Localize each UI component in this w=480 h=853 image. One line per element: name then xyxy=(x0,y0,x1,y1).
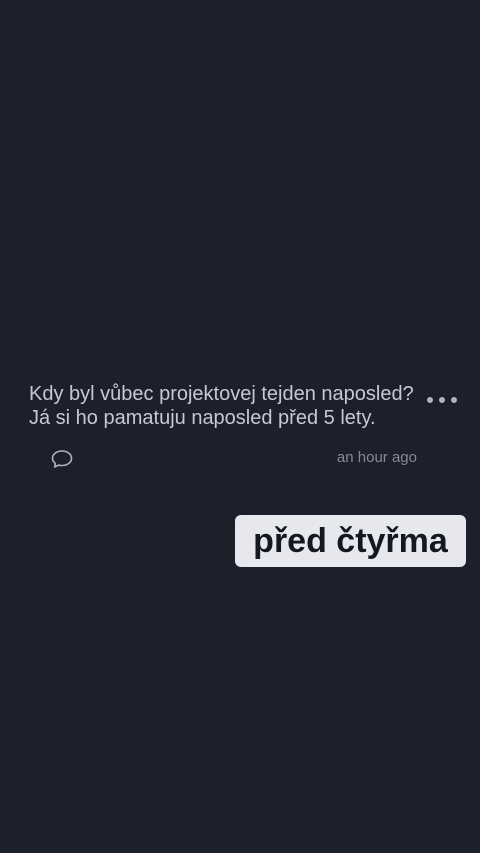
comment-bubble-icon xyxy=(51,450,73,468)
post-text: Kdy byl vůbec projektovej tejden naposle… xyxy=(29,382,429,430)
story-screen: Kdy byl vůbec projektovej tejden naposle… xyxy=(0,0,480,853)
more-horizontal-icon xyxy=(427,397,433,403)
more-horizontal-icon-dot-3 xyxy=(451,397,457,403)
post-timestamp: an hour ago xyxy=(336,449,417,466)
more-horizontal-icon-dot-2 xyxy=(439,397,445,403)
more-options-button[interactable] xyxy=(427,392,457,408)
sticker-text: před čtyřma xyxy=(253,522,448,560)
post-text-line-1: Kdy byl vůbec projektovej tejden naposle… xyxy=(29,383,414,405)
comment-button[interactable] xyxy=(49,447,75,471)
story-text-sticker[interactable]: před čtyřma xyxy=(235,515,466,567)
post-card: Kdy byl vůbec projektovej tejden naposle… xyxy=(29,382,429,430)
post-text-line-2: Já si ho pamatuju naposled před 5 lety. xyxy=(29,407,376,429)
